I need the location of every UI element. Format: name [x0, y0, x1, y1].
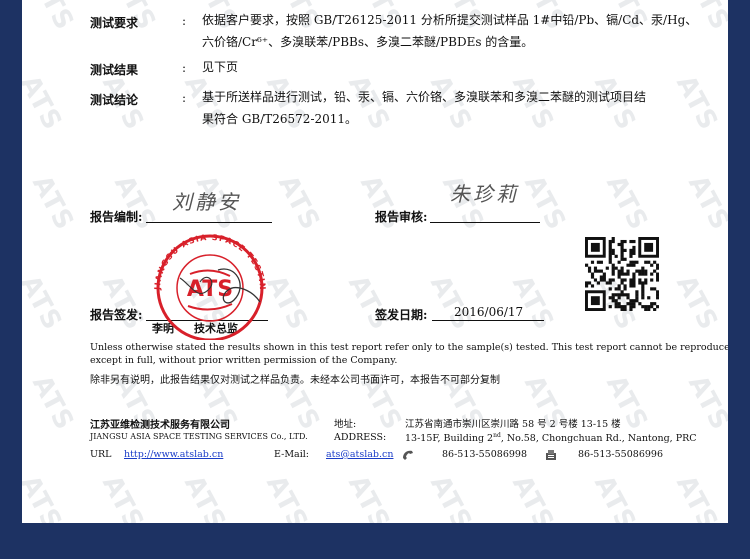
watermark-mark: ATS [342, 470, 396, 523]
prepared-by-line [146, 222, 272, 223]
disclaimer-zh: 除非另有说明，此报告结果仅对测试之样品负责。未经本公司书面许可，本报告不可部分复… [90, 375, 500, 386]
address-en-superscript: nd [493, 432, 501, 439]
prepared-by-signature: 刘静安 [172, 190, 241, 214]
watermark-mark: ATS [108, 170, 162, 236]
watermark-mark: ATS [22, 470, 68, 523]
company-stamp-icon: JIANGSU ASIA SPACE TESTING SERVICES ATS [140, 228, 266, 340]
watermark-mark: ATS [22, 270, 68, 336]
address-en-part-1: 13-15F, Building 2 [405, 433, 494, 445]
results-colon: : [182, 61, 187, 75]
watermark-mark: ATS [682, 370, 728, 436]
reviewed-by-signature: 朱珍莉 [450, 182, 519, 206]
address-en-part-2: , No.58, Chongchuan Rd., Nantong, PRC [500, 433, 697, 445]
disclaimer-en-line-1: Unless otherwise stated the results show… [90, 342, 728, 353]
watermark-mark: ATS [354, 170, 408, 236]
company-name-en: JIANGSU ASIA SPACE TESTING SERVICES Co.,… [90, 432, 308, 441]
conclusion-label: 测试结论 [90, 93, 139, 107]
prepared-by-label: 报告编制: [90, 210, 143, 224]
reviewed-by-line [430, 222, 540, 223]
address-zh-label: 地址: [334, 419, 357, 430]
watermark-mark: ATS [670, 70, 724, 136]
watermark-mark: ATS [670, 470, 724, 523]
watermark-mark: ATS [600, 170, 654, 236]
report-page: ATS ATS ATS ATS ATS ATS ATS ATS ATS ATS ATS ATS ATS A… [22, 0, 728, 523]
issue-date-value: 2016/06/17 [454, 305, 524, 319]
watermark-mark: ATS [260, 470, 314, 523]
address-en: 13-15F, Building 2nd, No.58, Chongchuan … [405, 432, 697, 444]
requirements-label: 测试要求 [90, 16, 139, 30]
stamp-logo: ATS [187, 277, 233, 302]
conclusion-colon: : [182, 91, 187, 105]
results-value: 见下页 [202, 60, 239, 74]
watermark-mark: ATS [96, 470, 150, 523]
watermark-mark: ATS [670, 270, 724, 336]
phone-number: 86-513-55086998 [442, 449, 527, 460]
phone-icon [403, 450, 413, 460]
watermark-mark: ATS [424, 470, 478, 523]
email-label: E-Mail: [274, 449, 309, 460]
reviewed-by-label: 报告审核: [375, 210, 428, 224]
company-email-link[interactable]: ats@atslab.cn [326, 449, 393, 460]
results-label: 测试结果 [90, 63, 139, 77]
address-zh: 江苏省南通市崇川区崇川路 58 号 2 号楼 13-15 楼 [405, 419, 621, 430]
qr-code-icon [585, 237, 659, 311]
company-name-zh: 江苏亚维检测技术服务有限公司 [90, 420, 230, 431]
requirements-colon: : [182, 14, 187, 28]
watermark-mark: ATS [506, 470, 560, 523]
requirements-line-2: 六价铬/Cr⁶⁺、多溴联苯/PBBs、多溴二苯醚/PBDEs 的含量。 [202, 35, 534, 49]
fax-icon [546, 450, 556, 460]
disclaimer-en-line-2: except in full, without prior written pe… [90, 355, 398, 366]
conclusion-line-2: 果符合 GB/T26572-2011。 [202, 112, 358, 126]
watermark-mark: ATS [26, 0, 80, 36]
fax-number: 86-513-55086996 [578, 449, 663, 460]
watermark-mark: ATS [588, 470, 642, 523]
watermark-mark: ATS [26, 170, 80, 236]
watermark-mark: ATS [178, 470, 232, 523]
watermark-mark: ATS [22, 70, 68, 136]
signed-by-label: 报告签发: [90, 308, 143, 322]
watermark-mark: ATS [272, 170, 326, 236]
address-en-label: ADDRESS: [334, 432, 387, 443]
issue-date-label: 签发日期: [375, 308, 428, 322]
watermark-mark: ATS [518, 170, 572, 236]
url-label: URL [90, 449, 112, 460]
requirements-line-1: 依据客户要求，按照 GB/T26125-2011 分析所提交测试样品 1#中铅/… [202, 13, 698, 27]
conclusion-line-1: 基于所送样品进行测试，铅、汞、镉、六价铬、多溴联苯和多溴二苯醚的测试项目结 [202, 90, 647, 104]
watermark-mark: ATS [342, 270, 396, 336]
watermark-mark: ATS [682, 170, 728, 236]
company-url-link[interactable]: http://www.atslab.cn [124, 449, 223, 460]
watermark-mark: ATS [26, 370, 80, 436]
